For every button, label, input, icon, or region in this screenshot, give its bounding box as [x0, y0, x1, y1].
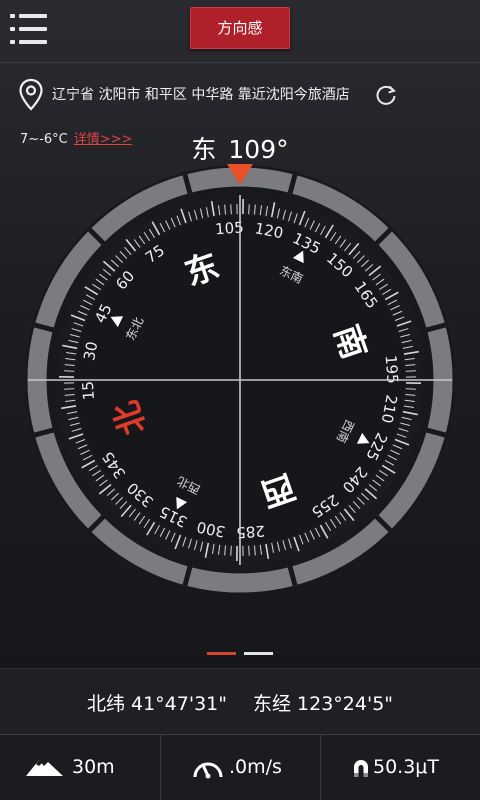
- heading-direction: 东: [191, 135, 217, 164]
- top-bar: 方向感: [0, 0, 480, 62]
- heading-readout: 东 109°: [0, 130, 480, 166]
- compass-dial[interactable]: 1530456075105 120 135150165195210225240255…: [24, 164, 456, 596]
- dial-tick: [64, 388, 75, 390]
- page-indicator: [207, 652, 273, 656]
- speed-cell[interactable]: .0m/s: [160, 735, 319, 800]
- latitude-value: 北纬 41°47'31": [86, 693, 227, 715]
- dial-tick: [248, 204, 250, 215]
- speedometer-icon: [193, 762, 223, 779]
- magnetic-field-value: 50.3μT: [373, 756, 439, 778]
- degree-label: 15: [79, 380, 98, 400]
- compass-screen: 方向感 辽宁省 沈阳市 和平区 中华路 靠近沈阳今旅酒店 7~-6°C 详情>>>…: [0, 0, 480, 800]
- magnetic-cell[interactable]: 50.3μT: [320, 735, 479, 800]
- orientation-mode-button[interactable]: 方向感: [190, 7, 290, 49]
- dial-tick: [248, 545, 250, 556]
- magnet-icon: [354, 760, 368, 777]
- mountain-icon: [26, 760, 63, 776]
- location-address: 辽宁省 沈阳市 和平区 中华路 靠近沈阳今旅酒店: [52, 87, 350, 103]
- page-dot-active[interactable]: [207, 652, 236, 655]
- hamburger-menu-icon[interactable]: [10, 12, 50, 48]
- status-bar: 30m .0m/s 50.3μT: [0, 734, 480, 800]
- top-divider: [0, 62, 480, 63]
- location-row: 辽宁省 沈阳市 和平区 中华路 靠近沈阳今旅酒店: [18, 78, 468, 112]
- altitude-cell[interactable]: 30m: [0, 735, 159, 800]
- altitude-value: 30m: [72, 756, 115, 778]
- coordinates-text: 北纬 41°47'31" 东经 123°24'5": [0, 689, 480, 716]
- dial-tick: [230, 545, 232, 556]
- coordinates-panel: 北纬 41°47'31" 东经 123°24'5": [0, 668, 480, 734]
- location-pin-icon: [19, 78, 43, 111]
- longitude-value: 东经 123°24'5": [253, 693, 394, 715]
- heading-degrees: 109°: [228, 135, 289, 164]
- page-dot[interactable]: [244, 652, 273, 655]
- dial-tick: [405, 388, 416, 390]
- dial-tick: [64, 370, 75, 372]
- speed-value: .0m/s: [229, 756, 282, 778]
- dial-tick: [405, 370, 416, 372]
- dial-tick: [230, 204, 232, 215]
- refresh-icon[interactable]: [373, 82, 399, 108]
- degree-label: 30: [80, 340, 101, 362]
